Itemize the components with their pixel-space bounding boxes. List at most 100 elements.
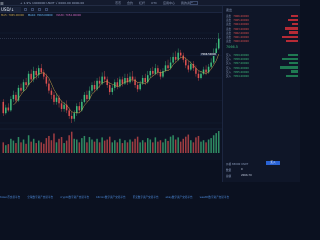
volume-bar [35, 143, 37, 153]
candle-body [157, 68, 159, 73]
buy-button[interactable]: 买入 [266, 161, 280, 165]
candle-body [86, 94, 88, 100]
interval-button[interactable] [24, 7, 27, 11]
indicator-button[interactable] [30, 7, 34, 11]
candle-body [129, 76, 131, 83]
candle-body [172, 56, 174, 63]
trading-app: ☰ + 1.9% 1900000 USDT √ 0000.00 0000.00 … [0, 0, 300, 200]
volume-bar [187, 134, 190, 153]
draw-button[interactable] [37, 7, 41, 11]
volume-bar [83, 135, 86, 153]
volume-bar [205, 142, 207, 153]
depth-bar [290, 14, 298, 17]
candle-body [205, 69, 207, 73]
volume-bar [88, 137, 91, 153]
footer-link[interactable]: ebay数字资产交易平台 [166, 195, 193, 199]
candle-body [149, 70, 152, 76]
volume-bar [167, 140, 169, 153]
volume-bar [124, 140, 126, 153]
nav-tab-margin[interactable]: 杠杆 [139, 1, 145, 5]
orderbook-panel: 卖出 卖出 7066.00000 卖出 7065.00000 卖出 7064.00000 卖… [222, 6, 300, 160]
nav-tab-otc[interactable]: OTC [151, 1, 157, 5]
footer-link[interactable]: 币安数字资产交易平台 [133, 195, 159, 199]
volume-bar [200, 141, 202, 153]
volume-bar [144, 142, 146, 153]
ma-legend: MA5: 7065.00000 MA10: 7063.00000 MA30: 7… [1, 14, 84, 17]
kline-chart[interactable] [0, 13, 222, 160]
candle-body [144, 78, 146, 83]
order-form: 价格 83000 USDT 买入 数量 0 总额 2066.70 [222, 160, 300, 182]
mid-price: 7066.5 [226, 45, 238, 49]
candle-body [76, 106, 78, 114]
orderbook-buy-row[interactable]: 买入 7056.00000 [226, 66, 300, 70]
user-account-button[interactable] [190, 0, 198, 5]
settings-icon[interactable] [44, 7, 48, 11]
candle-body [20, 87, 22, 91]
orderbook-buy-row[interactable]: 买入 7059.00000 [226, 53, 300, 57]
candle-body [131, 76, 134, 80]
orderbook-buy-row[interactable]: 买入 7057.00000 [226, 61, 300, 65]
orderbook-sell-row[interactable]: 卖出 7063.00000 [226, 27, 300, 31]
ma5-label: MA5: 7065.00000 [1, 14, 25, 17]
footer-link[interactable]: token币交易平台 [0, 195, 20, 199]
candle-body [167, 65, 169, 69]
candle-body [136, 85, 139, 90]
row-price: 7060.00000 [233, 40, 249, 44]
depth-bar [280, 66, 298, 69]
volume-bar [86, 142, 88, 153]
nav-tab-spot[interactable]: 币币 [115, 1, 121, 5]
candle-body [63, 104, 65, 109]
volume-bar [63, 143, 65, 153]
depth-bar [286, 39, 298, 43]
depth-bar [281, 57, 298, 61]
candle-body [22, 82, 25, 91]
volume-bar [169, 136, 172, 153]
orderbook-sell-row[interactable]: 卖出 7065.00000 [226, 18, 300, 22]
volume-bar [73, 138, 76, 153]
orderbook-sell-row[interactable]: 卖出 7060.00000 [226, 39, 300, 43]
volume-bar [40, 142, 43, 153]
candle-body [197, 73, 200, 78]
candle-body [35, 70, 37, 76]
orderbook-buy-row[interactable]: 买入 7054.00000 [226, 74, 300, 78]
candle-body [154, 68, 157, 74]
nav-tab-apps[interactable]: 应用中心 [163, 1, 175, 5]
amount-input[interactable]: 0 [241, 168, 243, 171]
orderbook-sell-row[interactable]: 卖出 7061.00000 [226, 35, 300, 39]
volume-bar [76, 139, 78, 153]
volume-bar [179, 141, 182, 153]
footer-link[interactable]: crypto数字资产交易平台 [60, 195, 89, 199]
volume-bar [139, 142, 141, 153]
ma30-label: MA30: 7054.00000 [56, 14, 82, 17]
volume-bar [172, 135, 174, 153]
orderbook-title: 卖出 [226, 8, 233, 12]
footer-link[interactable]: 全球数字资产交易平台 [27, 195, 53, 199]
depth-bar [289, 31, 298, 34]
orderbook-buy-row[interactable]: 买入 7055.00000 [226, 70, 300, 74]
market-ticker: + 1.9% 1900000 USDT √ 0000.00 0000.00 [20, 1, 85, 6]
candle-body [217, 38, 220, 49]
candle-body [152, 70, 154, 74]
volume-bar [207, 139, 210, 153]
kline-chart-area[interactable]: MA5: 7065.00000 MA10: 7063.00000 MA30: 7… [0, 13, 222, 160]
depth-bar [287, 53, 298, 56]
orderbook-sell-row[interactable]: 卖出 7062.00000 [226, 31, 300, 35]
volume-bar [121, 143, 124, 153]
volume-bar [81, 138, 83, 153]
pair-selector[interactable]: USD/↓ [0, 7, 21, 12]
depth-bar [290, 70, 298, 73]
volume-bar [190, 140, 192, 153]
volume-bar [7, 144, 10, 153]
volume-bar [162, 142, 164, 153]
footer-link[interactable]: wealth数字资产交易平台 [200, 195, 229, 199]
nav-tab-futures[interactable]: 合约 [127, 1, 133, 5]
nav-tabs: 币币 合约 杠杆 OTC 应用中心 我的资产 [115, 1, 198, 5]
volume-bar [164, 138, 167, 153]
volume-bar [45, 138, 48, 153]
orderbook-sell-row[interactable]: 卖出 7064.00000 [226, 22, 300, 26]
footer-links: token币交易平台 全球数字资产交易平台 crypto数字资产交易平台 bit… [0, 195, 300, 200]
candle-body [5, 107, 7, 114]
orderbook-sell-row[interactable]: 卖出 7066.00000 [226, 14, 300, 18]
footer-link[interactable]: bitcoin数字资产交易平台 [96, 195, 126, 199]
orderbook-buy-row[interactable]: 买入 7058.00000 [226, 57, 300, 61]
